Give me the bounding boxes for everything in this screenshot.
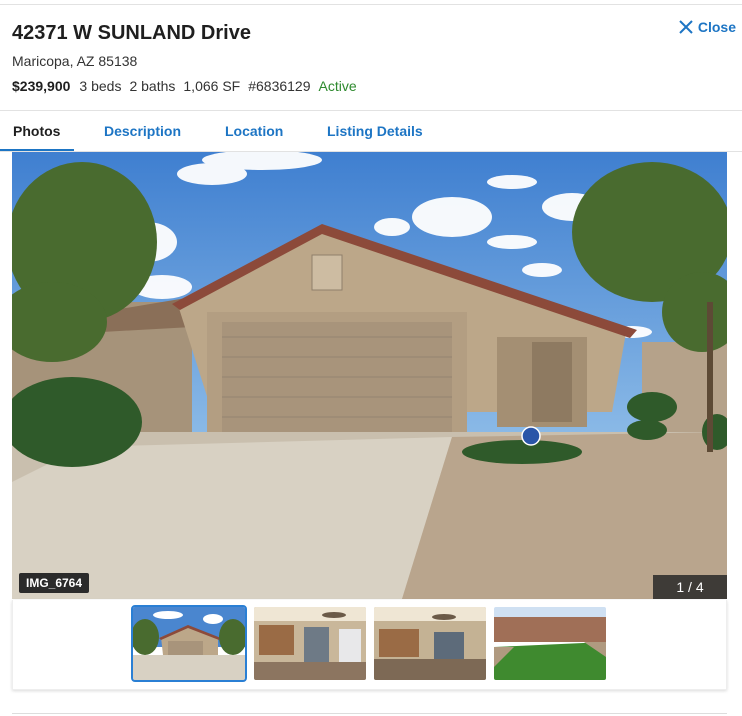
listing-baths: 2 baths [129,78,176,94]
listing-beds: 3 beds [79,78,122,94]
thumbnail-interior-1[interactable] [254,607,366,680]
tab-bar: Photos Description Location Listing Deta… [0,111,742,151]
status-badge: Active [318,78,357,94]
divider [12,713,727,714]
listing-city: Maricopa, AZ 85138 [12,53,138,69]
tab-description[interactable]: Description [104,123,181,139]
photo-counter: 1 / 4 [653,575,727,599]
listing-price: $239,900 [12,78,71,94]
listing-sqft: 1,066 SF [183,78,241,94]
tab-listing-details[interactable]: Listing Details [327,123,423,139]
top-border [0,0,742,5]
tab-location[interactable]: Location [225,123,283,139]
tab-photos[interactable]: Photos [13,123,60,139]
thumbnail-exterior[interactable] [131,605,247,682]
close-button[interactable]: Close [679,19,736,35]
listing-address: 42371 W SUNLAND Drive [12,22,251,44]
thumbnail-interior-2[interactable] [374,607,486,680]
close-label: Close [697,19,736,35]
image-name-label: IMG_6764 [19,573,90,593]
close-icon [679,20,693,34]
main-photo[interactable] [12,152,727,599]
listing-facts: $239,900 3 beds 2 baths 1,066 SF #683612… [12,78,357,94]
thumbnail-strip [12,600,727,690]
thumbnail-backyard[interactable] [494,607,606,680]
listing-mls: #6836129 [248,78,311,94]
